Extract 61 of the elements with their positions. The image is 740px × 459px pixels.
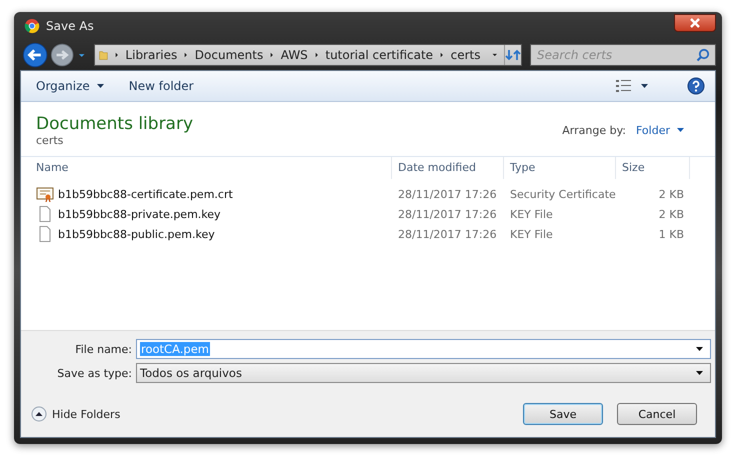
file-name[interactable]: b1b59bbc88-private.pem.key bbox=[58, 208, 221, 220]
caret-icon bbox=[695, 370, 704, 376]
column-header[interactable]: Type bbox=[504, 157, 616, 179]
breadcrumb-item[interactable]: Libraries bbox=[125, 48, 178, 62]
chevron-icon bbox=[269, 50, 275, 60]
caret-icon bbox=[676, 127, 685, 133]
dialog-button[interactable]: Cancel bbox=[617, 403, 697, 425]
size-cell-text: 2 KB bbox=[658, 208, 685, 220]
column-header[interactable]: Name bbox=[21, 157, 392, 179]
hide-folders-button[interactable]: Hide Folders bbox=[31, 406, 120, 422]
library-subtitle: certs bbox=[36, 134, 64, 146]
arrange-dropdown[interactable]: Folder bbox=[636, 124, 685, 136]
toolbar-button[interactable]: New folder bbox=[128, 79, 194, 93]
date-cell-text: 28/11/2017 17:26 bbox=[397, 228, 498, 240]
field-label: File name: bbox=[74, 342, 133, 356]
close-icon bbox=[689, 18, 701, 28]
breadcrumb-item[interactable]: Documents bbox=[194, 48, 264, 62]
back-button[interactable] bbox=[22, 41, 48, 69]
details-view-icon bbox=[616, 80, 632, 92]
history-caret-icon[interactable] bbox=[76, 51, 86, 59]
column-header[interactable]: Date modified bbox=[392, 157, 504, 179]
search-field[interactable]: Search certs bbox=[530, 44, 716, 66]
file-name[interactable]: b1b59bbc88-certificate.pem.crt bbox=[58, 188, 233, 200]
breadcrumb-item[interactable]: tutorial certificate bbox=[325, 48, 434, 62]
arrange-label: Arrange by: bbox=[562, 124, 626, 136]
type-cell-text: KEY File bbox=[509, 208, 554, 220]
field-label: Save as type: bbox=[56, 366, 133, 380]
collapse-icon bbox=[31, 406, 47, 422]
caret-icon bbox=[640, 83, 649, 89]
close-button[interactable] bbox=[674, 14, 716, 32]
date-cell-text: 28/11/2017 17:26 bbox=[397, 188, 498, 200]
dialog-button[interactable]: Save bbox=[523, 403, 603, 425]
certificate-icon bbox=[36, 186, 54, 202]
forward-button[interactable] bbox=[50, 42, 75, 68]
dropdown-caret-icon[interactable] bbox=[492, 51, 498, 59]
window-title: Save As bbox=[46, 19, 94, 33]
size-cell-text: 1 KB bbox=[658, 228, 685, 240]
breadcrumb-item[interactable]: certs bbox=[450, 48, 480, 62]
chevron-icon bbox=[114, 50, 120, 60]
type-cell-text: KEY File bbox=[509, 228, 554, 240]
view-options-button[interactable] bbox=[616, 80, 649, 92]
save-type-dropdown[interactable]: Todos os arquivos bbox=[136, 363, 711, 383]
address-bar[interactable]: Libraries Documents AWS tutorial certificate certs bbox=[94, 44, 522, 66]
search-icon bbox=[696, 48, 710, 62]
library-title: Documents library bbox=[36, 114, 194, 134]
chevron-icon bbox=[183, 50, 189, 60]
size-cell-text: 2 KB bbox=[658, 188, 685, 200]
chevron-icon bbox=[439, 50, 445, 60]
breadcrumb-item[interactable]: AWS bbox=[280, 48, 308, 62]
date-cell-text: 28/11/2017 17:26 bbox=[397, 208, 498, 220]
help-icon[interactable] bbox=[687, 77, 705, 95]
file-name[interactable]: b1b59bbc88-public.pem.key bbox=[58, 228, 215, 240]
type-cell-text: Security Certificate bbox=[509, 188, 616, 200]
app-icon bbox=[24, 18, 40, 34]
refresh-icon bbox=[505, 47, 522, 63]
caret-icon bbox=[695, 346, 704, 352]
refresh-button[interactable] bbox=[504, 45, 522, 65]
column-header[interactable]: Size bbox=[616, 157, 690, 179]
caret-icon bbox=[96, 83, 105, 89]
toolbar-button[interactable]: Organize bbox=[36, 79, 105, 93]
chevron-icon bbox=[314, 50, 320, 60]
